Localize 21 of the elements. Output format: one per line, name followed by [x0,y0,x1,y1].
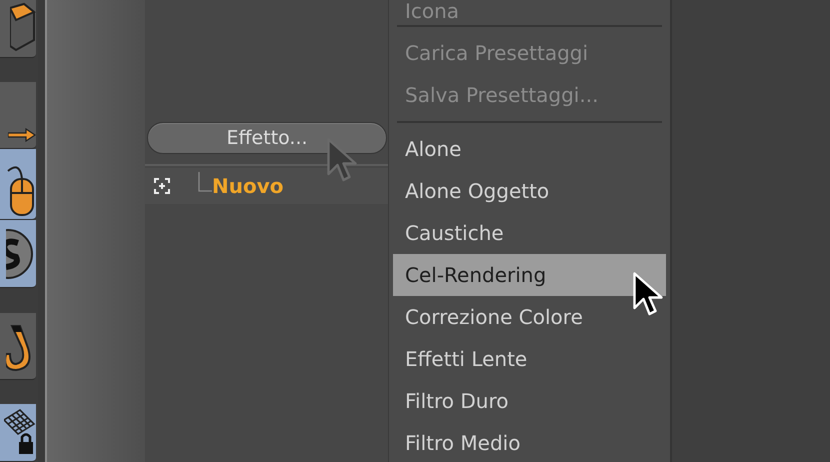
menu-item[interactable]: Cel-Rendering [393,254,666,296]
tree-line [198,172,212,192]
tool-button[interactable] [0,404,36,462]
tool-button[interactable] [0,313,36,380]
menu-item[interactable]: Filtro Duro [393,380,666,422]
tool-button[interactable] [0,148,36,220]
add-frame-icon [154,178,170,194]
menu-item[interactable]: Effetti Lente [393,338,666,380]
tool-button[interactable] [0,0,36,58]
menu-item[interactable]: Alone Oggetto [393,170,666,212]
tool-button[interactable] [0,220,36,288]
arrow-icon [8,128,36,142]
s-icon [6,228,36,279]
menu-item[interactable]: Correzione Colore [393,296,666,338]
tool-button[interactable] [0,82,36,149]
effect-button[interactable]: Effetto... [147,122,387,154]
menu-item[interactable]: Alone [393,128,666,170]
cube-icon [10,0,36,52]
menu-item[interactable]: Filtro Medio [393,422,666,462]
menu-item[interactable]: Caustiche [393,212,666,254]
cursor-icon [633,272,663,317]
